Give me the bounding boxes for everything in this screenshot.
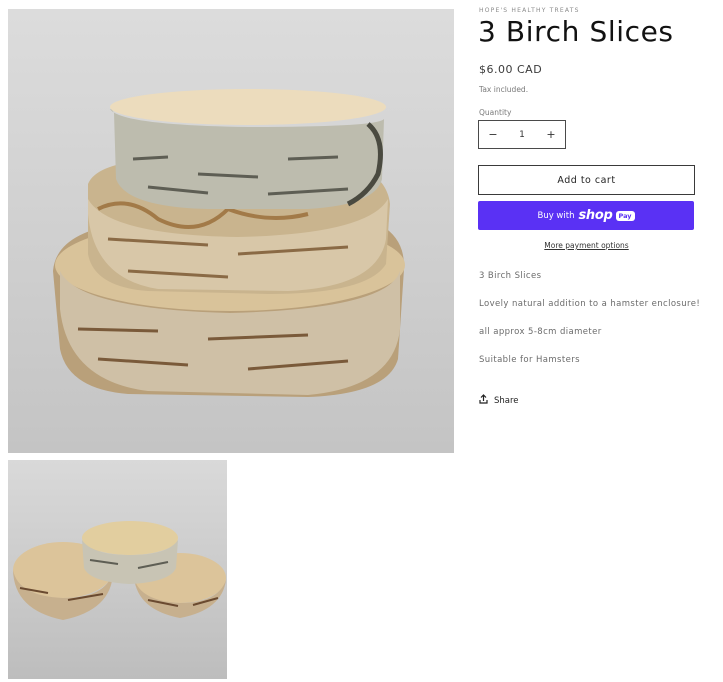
shop-pay-logo: shop	[578, 208, 613, 223]
quantity-label: Quantity	[479, 108, 512, 117]
quantity-decrement-button[interactable]: −	[479, 121, 507, 148]
quantity-selector: − 1 +	[478, 120, 566, 149]
add-to-cart-button[interactable]: Add to cart	[478, 165, 695, 195]
product-thumbnail-image[interactable]	[8, 460, 227, 679]
birch-slices-spread-photo	[13, 521, 226, 620]
description-line-2: Lovely natural addition to a hamster enc…	[479, 299, 701, 309]
description-line-3: all approx 5-8cm diameter	[479, 327, 602, 337]
share-label: Share	[494, 395, 519, 406]
share-upload-icon	[479, 394, 488, 407]
vendor-name: HOPE'S HEALTHY TREATS	[479, 7, 580, 14]
share-button[interactable]: Share	[479, 394, 519, 407]
quantity-increment-button[interactable]: +	[537, 121, 565, 148]
more-payment-options-link[interactable]: More payment options	[478, 241, 695, 250]
tax-note: Tax included.	[479, 85, 529, 94]
quantity-input[interactable]: 1	[519, 130, 525, 140]
description-line-4: Suitable for Hamsters	[479, 355, 580, 365]
buy-with-shop-pay-button[interactable]: Buy with shop Pay	[478, 201, 694, 230]
product-title: 3 Birch Slices	[478, 15, 674, 48]
product-price: $6.00 CAD	[479, 63, 543, 76]
product-main-image[interactable]	[8, 9, 454, 453]
birch-slices-stacked-photo	[53, 89, 405, 397]
description-line-1: 3 Birch Slices	[479, 271, 542, 281]
pay-badge: Pay	[615, 210, 635, 221]
buy-with-label: Buy with	[537, 210, 575, 221]
